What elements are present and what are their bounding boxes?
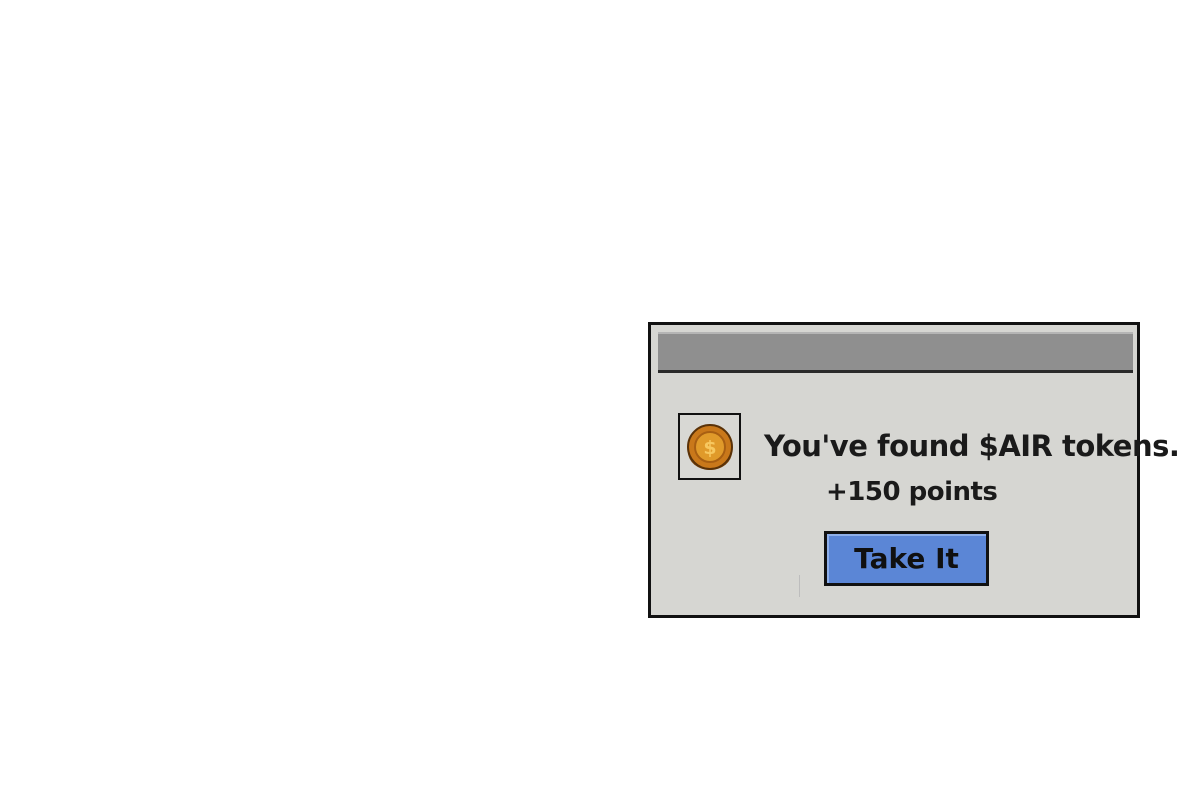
- points-text: +150 points: [826, 477, 998, 507]
- divider-line: [799, 575, 800, 597]
- reward-message: You've found $AIR tokens.: [764, 429, 1180, 463]
- coin-icon: $: [687, 424, 733, 470]
- dialog-titlebar[interactable]: [658, 332, 1133, 373]
- reward-dialog: $ You've found $AIR tokens. +150 points …: [648, 322, 1180, 618]
- coin-symbol: $: [703, 437, 716, 459]
- take-it-button[interactable]: Take It: [824, 531, 989, 586]
- coin-icon-frame: $: [678, 413, 741, 480]
